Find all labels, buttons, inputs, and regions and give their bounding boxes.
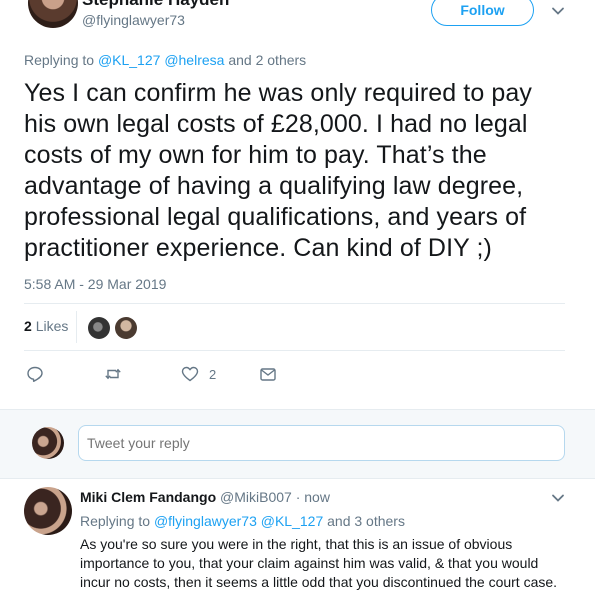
- likes-stat[interactable]: 2 Likes: [24, 318, 68, 334]
- chevron-down-icon[interactable]: [551, 4, 565, 18]
- reply-text: As you're so sure you were in the right,…: [80, 536, 558, 590]
- reply-separator: ·: [295, 489, 301, 505]
- tweet-text: Yes I can confirm he was only required t…: [24, 79, 533, 262]
- reply-input[interactable]: [78, 425, 565, 461]
- like-count: 2: [209, 366, 217, 382]
- reply-display-name[interactable]: Miki Clem Fandango: [80, 489, 216, 505]
- reply-handle[interactable]: @MikiB007: [220, 489, 292, 505]
- retweet-icon: [105, 368, 121, 380]
- tweet-timestamp[interactable]: 5:58 AM - 29 Mar 2019: [24, 276, 166, 292]
- reply-replying-to-line: Replying to @flyinglawyer73 @KL_127 and …: [80, 513, 405, 529]
- replying-suffix[interactable]: and 3 others: [327, 513, 405, 529]
- author-display-name[interactable]: Stephanie Hayden: [82, 0, 229, 10]
- mention-link[interactable]: @KL_127: [261, 513, 323, 529]
- reply-time[interactable]: now: [304, 489, 330, 505]
- current-user-avatar: [32, 427, 64, 459]
- chevron-down-icon[interactable]: [551, 491, 565, 505]
- replying-suffix[interactable]: and 2 others: [228, 52, 306, 68]
- replying-prefix: Replying to: [80, 513, 151, 529]
- reply-action-button[interactable]: [26, 364, 44, 384]
- replying-to-line: Replying to @KL_127 @helresa and 2 other…: [24, 52, 306, 68]
- envelope-icon: [260, 368, 276, 381]
- divider: [24, 350, 565, 351]
- follow-button[interactable]: Follow: [431, 0, 534, 26]
- likes-count: 2: [24, 318, 32, 334]
- retweet-action-button[interactable]: [104, 364, 122, 384]
- message-action-button[interactable]: [259, 364, 277, 384]
- reply-icon: [27, 366, 43, 382]
- reply-author-avatar[interactable]: [24, 487, 72, 535]
- like-action-button[interactable]: 2: [181, 364, 216, 384]
- reply-header: Miki Clem Fandango @MikiB007 · now: [80, 489, 330, 505]
- likes-label: Likes: [35, 318, 69, 334]
- heart-icon: [181, 366, 199, 382]
- liker-avatar[interactable]: [115, 317, 137, 339]
- author-handle[interactable]: @flyinglawyer73: [82, 12, 185, 28]
- replying-prefix: Replying to: [24, 52, 95, 68]
- divider: [24, 303, 565, 304]
- liker-avatar[interactable]: [88, 317, 110, 339]
- mention-link[interactable]: @helresa: [164, 52, 224, 68]
- mention-link[interactable]: @flyinglawyer73: [154, 513, 257, 529]
- mention-link[interactable]: @KL_127: [98, 52, 160, 68]
- divider: [76, 311, 77, 343]
- author-avatar[interactable]: [28, 0, 78, 28]
